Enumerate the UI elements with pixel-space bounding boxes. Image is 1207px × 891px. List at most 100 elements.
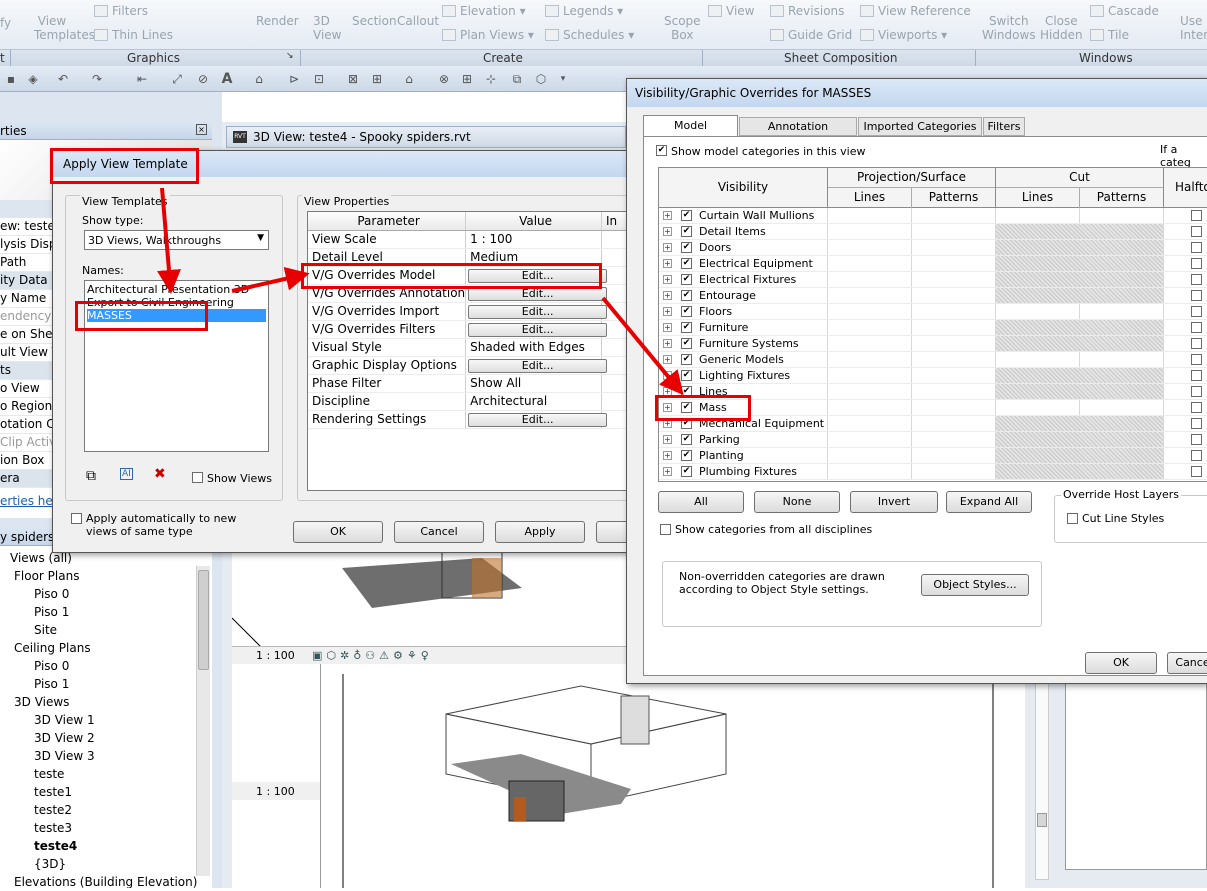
category-visibility-checkbox[interactable]: ✔: [681, 290, 692, 301]
tab-filters[interactable]: Filters: [983, 117, 1025, 136]
switch-windows-icon[interactable]: ⊞: [370, 72, 384, 86]
view-scrollbar[interactable]: [1035, 670, 1049, 880]
snap-icon[interactable]: ⊹: [484, 72, 498, 86]
category-visibility-checkbox[interactable]: ✔: [681, 370, 692, 381]
category-visibility-checkbox[interactable]: ✔: [681, 450, 692, 461]
view-canvas-bottom[interactable]: [320, 664, 1025, 888]
expand-icon[interactable]: +: [663, 275, 672, 284]
expand-icon[interactable]: +: [663, 291, 672, 300]
panel-label-sheet-composition[interactable]: Sheet Composition: [784, 51, 897, 65]
halftone-checkbox[interactable]: [1191, 402, 1202, 413]
tab-imported-categories[interactable]: Imported Categories: [858, 117, 982, 136]
section-button[interactable]: Section: [352, 14, 397, 28]
halftone-checkbox[interactable]: [1191, 386, 1202, 397]
close-hidden-button[interactable]: Close Hidden: [1040, 14, 1083, 42]
schedules-button[interactable]: Schedules ▾: [545, 28, 634, 42]
edit-button[interactable]: Edit...: [468, 304, 608, 319]
halftone-checkbox[interactable]: [1191, 338, 1202, 349]
invert-button[interactable]: Invert: [850, 491, 938, 513]
value-cell[interactable]: Architectural: [465, 392, 602, 411]
render-button[interactable]: Render: [256, 14, 299, 28]
undo-icon[interactable]: ↶: [56, 72, 70, 86]
guide-grid-button[interactable]: Guide Grid: [770, 28, 852, 42]
grid-icon[interactable]: ⊞: [460, 72, 474, 86]
expand-icon[interactable]: +: [663, 355, 672, 364]
view-scale-label-bottom[interactable]: 1 : 100: [256, 785, 295, 798]
scrollbar-thumb[interactable]: [198, 570, 209, 670]
browser-item[interactable]: 3D View 3: [34, 749, 95, 763]
browser-item[interactable]: Piso 0: [34, 659, 69, 673]
browser-item[interactable]: teste3: [34, 821, 72, 835]
close-hidden-icon[interactable]: ⊠: [346, 72, 360, 86]
project-browser-scrollbar[interactable]: [196, 566, 210, 876]
halftone-checkbox[interactable]: [1191, 274, 1202, 285]
halftone-checkbox[interactable]: [1191, 306, 1202, 317]
halftone-checkbox[interactable]: [1191, 226, 1202, 237]
detail-lines-icon[interactable]: ⊡: [312, 72, 326, 86]
save-icon[interactable]: ▪: [4, 72, 18, 86]
settings-icon[interactable]: ⊗: [437, 72, 451, 86]
halftone-checkbox[interactable]: [1191, 370, 1202, 381]
vg-ok-button[interactable]: OK: [1085, 652, 1157, 674]
apply-automatically-checkbox[interactable]: [71, 513, 82, 524]
category-visibility-checkbox[interactable]: ✔: [681, 306, 692, 317]
none-button[interactable]: None: [754, 491, 840, 513]
section-icon[interactable]: ⊳: [287, 72, 301, 86]
category-visibility-checkbox[interactable]: ✔: [681, 226, 692, 237]
delete-template-icon[interactable]: ✖: [154, 466, 166, 482]
category-visibility-checkbox[interactable]: ✔: [681, 434, 692, 445]
category-visibility-checkbox[interactable]: ✔: [681, 338, 692, 349]
3d-view-button[interactable]: 3D View: [313, 14, 341, 42]
category-row[interactable]: + ✔ Planting: [659, 448, 1207, 464]
vg-cancel-button[interactable]: Cance: [1167, 652, 1207, 674]
plan-views-button[interactable]: Plan Views ▾: [442, 28, 534, 42]
view-scrollbar-thumb[interactable]: [1037, 813, 1047, 827]
revisions-button[interactable]: Revisions: [770, 4, 844, 18]
category-visibility-checkbox[interactable]: ✔: [681, 242, 692, 253]
show-all-disciplines-checkbox[interactable]: [660, 524, 671, 535]
browser-item[interactable]: 3D Views: [14, 695, 69, 709]
browser-item[interactable]: 3D View 2: [34, 731, 95, 745]
sync-icon[interactable]: ◈: [26, 72, 40, 86]
thin-lines-button[interactable]: Thin Lines: [94, 28, 173, 42]
copy-icon[interactable]: ⧉: [510, 72, 524, 86]
edit-button[interactable]: Edit...: [468, 322, 608, 337]
category-row[interactable]: + ✔ Doors: [659, 240, 1207, 256]
category-visibility-checkbox[interactable]: ✔: [681, 258, 692, 269]
category-visibility-checkbox[interactable]: ✔: [681, 354, 692, 365]
filters-button[interactable]: Filters: [94, 4, 148, 18]
expand-icon[interactable]: +: [663, 451, 672, 460]
home-icon[interactable]: ⌂: [402, 72, 416, 86]
object-styles-button[interactable]: Object Styles...: [921, 574, 1029, 596]
view-templates-button[interactable]: View Templates: [34, 14, 95, 42]
browser-item[interactable]: {3D}: [34, 857, 66, 871]
browser-item[interactable]: teste: [34, 767, 64, 781]
show-model-categories-checkbox[interactable]: ✔: [656, 145, 667, 156]
cascade-button[interactable]: Cascade: [1090, 4, 1159, 18]
halftone-checkbox[interactable]: [1191, 434, 1202, 445]
category-visibility-checkbox[interactable]: ✔: [681, 210, 692, 221]
view-scale-label[interactable]: 1 : 100: [256, 649, 295, 662]
expand-icon[interactable]: +: [663, 339, 672, 348]
text-icon[interactable]: A: [220, 72, 234, 86]
browser-item[interactable]: Piso 1: [34, 605, 69, 619]
measure-icon[interactable]: ⇤: [135, 72, 149, 86]
category-row[interactable]: + ✔ Furniture: [659, 320, 1207, 336]
halftone-checkbox[interactable]: [1191, 242, 1202, 253]
tile-button[interactable]: Tile: [1090, 28, 1129, 42]
category-row[interactable]: + ✔ Detail Items: [659, 224, 1207, 240]
browser-item[interactable]: Piso 1: [34, 677, 69, 691]
category-row[interactable]: + ✔ Generic Models: [659, 352, 1207, 368]
elevation-button[interactable]: Elevation ▾: [442, 4, 526, 18]
all-button[interactable]: All: [658, 491, 744, 513]
halftone-checkbox[interactable]: [1191, 418, 1202, 429]
redo-icon[interactable]: ↷: [90, 72, 104, 86]
sheet-view-button[interactable]: View: [708, 4, 754, 18]
rename-template-icon[interactable]: AI: [120, 468, 133, 480]
category-visibility-checkbox[interactable]: ✔: [681, 322, 692, 333]
panel-label-create[interactable]: Create: [483, 51, 523, 65]
category-row[interactable]: + ✔ Electrical Equipment: [659, 256, 1207, 272]
view-control-icons[interactable]: ▣⬡✲♁⚇⚠⚙⚘♀: [312, 649, 433, 662]
category-row[interactable]: + ✔ Plumbing Fixtures: [659, 464, 1207, 480]
show-views-checkbox[interactable]: [192, 472, 203, 483]
